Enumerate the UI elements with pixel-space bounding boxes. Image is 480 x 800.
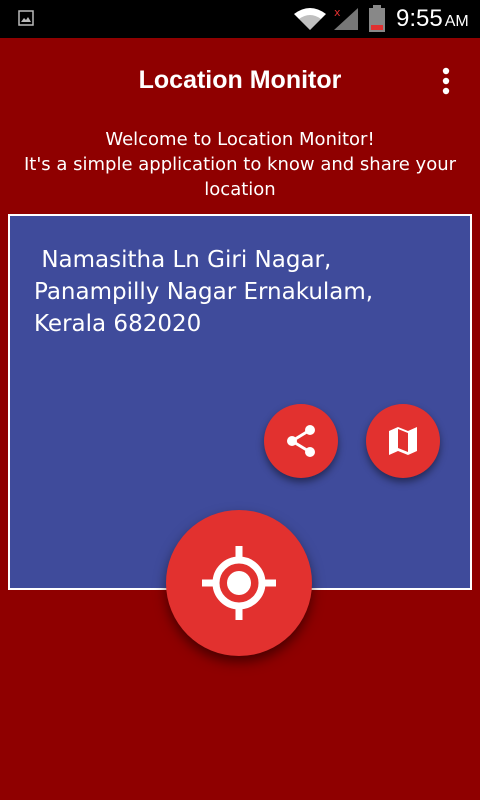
share-icon — [287, 425, 315, 457]
locate-button[interactable] — [166, 510, 312, 656]
welcome-message: Welcome to Location Monitor! It's a simp… — [0, 127, 480, 202]
battery-icon — [369, 5, 385, 32]
welcome-line-1: Welcome to Location Monitor! — [105, 129, 375, 150]
share-button[interactable] — [264, 404, 338, 478]
map-button[interactable] — [366, 404, 440, 478]
status-bar: x 9:55 AM — [0, 0, 480, 38]
clock-ampm: AM — [444, 13, 469, 30]
address-text: Namasitha Ln Giri Nagar, Panampilly Naga… — [34, 247, 381, 337]
app-bar: Location Monitor — [0, 38, 480, 124]
app-title: Location Monitor — [138, 66, 342, 94]
more-vert-icon[interactable] — [432, 66, 460, 98]
welcome-line-2: It's a simple application to know and sh… — [23, 154, 457, 200]
map-icon — [389, 427, 417, 455]
signal-icon: x — [334, 6, 358, 30]
gallery-icon — [18, 10, 34, 26]
status-clock: 9:55 AM — [396, 4, 469, 34]
wifi-icon — [294, 8, 326, 30]
gps-target-icon — [202, 546, 276, 620]
svg-text:x: x — [334, 6, 341, 19]
clock-time: 9:55 — [396, 5, 443, 32]
